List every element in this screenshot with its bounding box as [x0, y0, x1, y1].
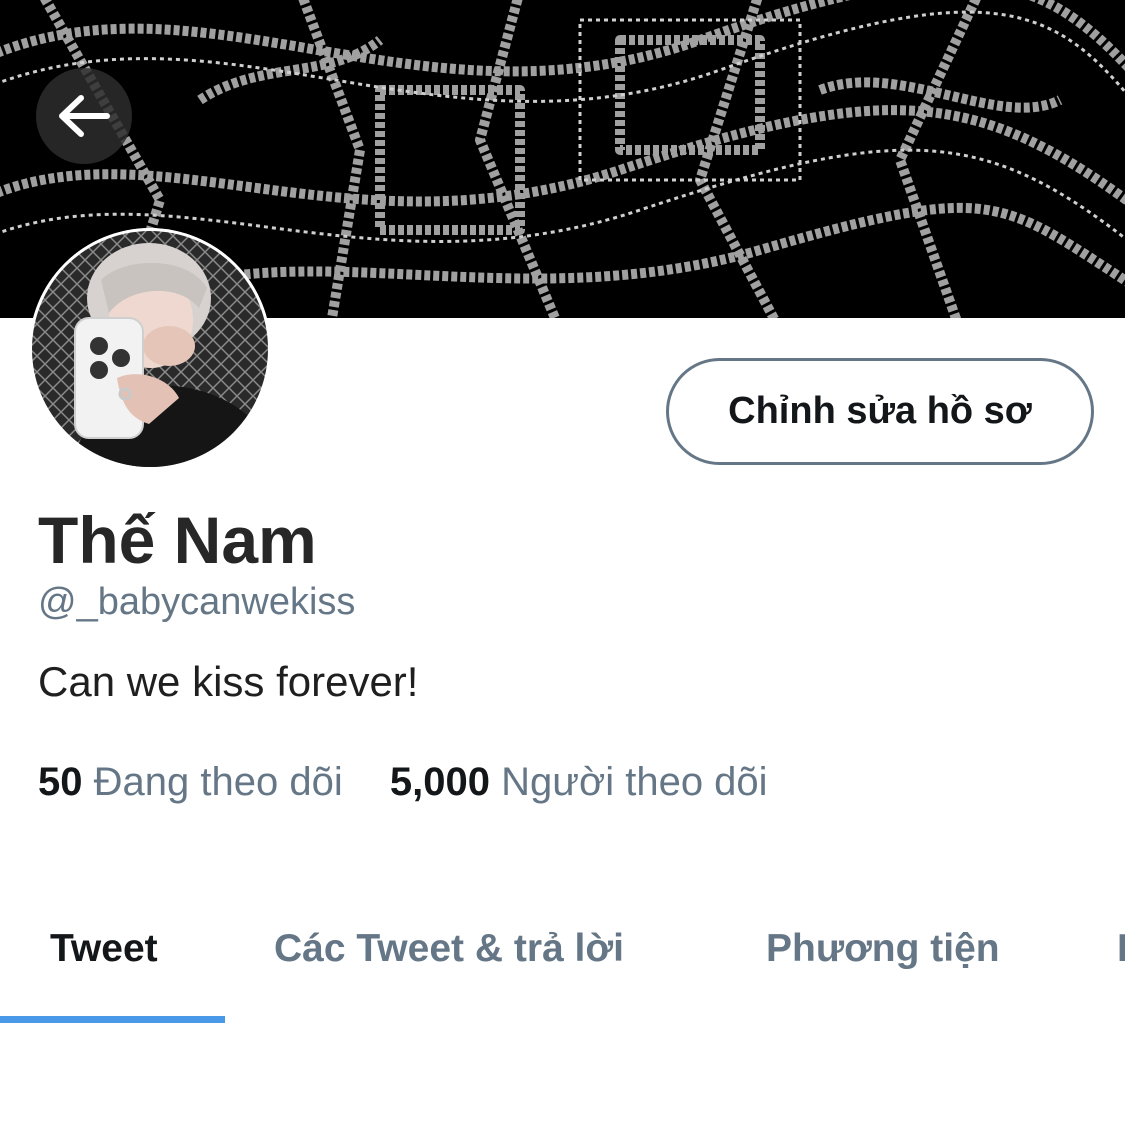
username-handle: @_babycanwekiss	[38, 581, 356, 623]
profile-tabs: Tweet Các Tweet & trả lời Phương tiện L	[0, 900, 1125, 1025]
arrow-left-icon	[59, 95, 110, 137]
followers-stat[interactable]: 5,000 Người theo dõi	[390, 756, 768, 808]
edit-profile-label: Chỉnh sửa hồ sơ	[728, 390, 1032, 432]
tab-tweets-and-replies[interactable]: Các Tweet & trả lời	[274, 924, 624, 974]
active-tab-indicator	[0, 1016, 225, 1023]
tab-media[interactable]: Phương tiện	[766, 924, 1000, 974]
followers-count: 5,000	[389, 760, 490, 804]
back-button[interactable]	[36, 68, 132, 164]
tab-tweets[interactable]: Tweet	[50, 924, 158, 974]
profile-bio: Can we kiss forever!	[38, 658, 419, 705]
avatar[interactable]	[29, 228, 271, 470]
following-label: Đang theo dõi	[93, 760, 343, 804]
following-stat[interactable]: 50 Đang theo dõi	[38, 756, 343, 808]
avatar-photo	[29, 228, 271, 470]
tab-likes[interactable]: L	[1117, 924, 1125, 974]
edit-profile-button[interactable]: Chỉnh sửa hồ sơ	[666, 358, 1094, 465]
profile-stats: 50 Đang theo dõi 5,000 Người theo dõi	[38, 756, 804, 808]
following-count: 50	[38, 760, 83, 804]
followers-label: Người theo dõi	[501, 760, 768, 804]
display-name: Thế Nam	[38, 503, 317, 577]
